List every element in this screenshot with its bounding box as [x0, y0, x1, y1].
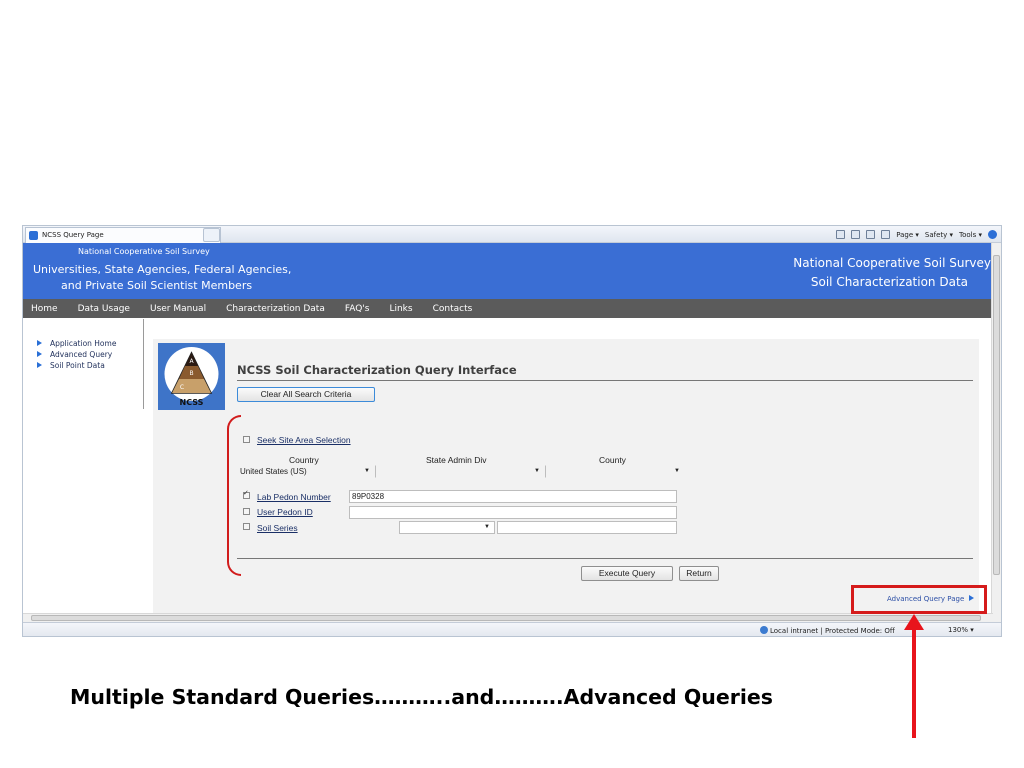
- page-favicon-icon: [29, 231, 38, 240]
- header-site-title: National Cooperative Soil Survey: [793, 256, 991, 270]
- browser-command-bar: Page ▾ Safety ▾ Tools ▾: [836, 227, 997, 242]
- sidebar-item-soil-point-data[interactable]: Soil Point Data: [37, 361, 105, 370]
- logo-horizon-c: C: [180, 384, 184, 391]
- lab-pedon-checkbox[interactable]: [243, 489, 250, 499]
- bullet-arrow-icon: [37, 351, 42, 357]
- county-label: County: [599, 455, 626, 465]
- nav-characterization-data[interactable]: Characterization Data: [216, 304, 335, 314]
- zoom-level[interactable]: 130% ▾: [948, 626, 974, 634]
- title-divider: [237, 380, 973, 381]
- mail-icon[interactable]: [866, 230, 876, 239]
- chevron-down-icon: ▼: [674, 468, 680, 474]
- advanced-query-link[interactable]: Advanced Query Page: [887, 595, 975, 603]
- annotation-bracket: [227, 415, 241, 576]
- query-panel: A B C NCSS NCSS Soil Characterization Qu…: [153, 339, 979, 622]
- safety-menu[interactable]: Safety ▾: [925, 231, 953, 239]
- state-label: State Admin Div: [426, 455, 487, 465]
- soil-series-checkbox[interactable]: [243, 523, 250, 530]
- browser-tab[interactable]: NCSS Query Page: [25, 227, 221, 243]
- status-bar: Local intranet | Protected Mode: Off 130…: [23, 622, 1001, 636]
- chevron-down-icon: ▼: [364, 468, 370, 474]
- vertical-scrollbar[interactable]: [991, 243, 1001, 622]
- nav-home[interactable]: Home: [23, 304, 68, 314]
- security-zone: Local intranet | Protected Mode: Off: [760, 626, 895, 635]
- globe-icon: [760, 626, 768, 634]
- bullet-arrow-icon: [37, 362, 42, 368]
- soil-series-input[interactable]: [497, 521, 677, 534]
- nav-contacts[interactable]: Contacts: [423, 304, 483, 314]
- new-tab-button[interactable]: [203, 228, 220, 242]
- ncss-logo: A B C NCSS: [158, 343, 225, 410]
- home-icon[interactable]: [836, 230, 846, 239]
- arrow-right-icon: [969, 595, 975, 601]
- vertical-scroll-thumb[interactable]: [993, 255, 1000, 575]
- annotation-arrow-shaft: [912, 628, 916, 738]
- execute-query-button[interactable]: Execute Query: [581, 566, 673, 581]
- horizontal-scroll-thumb[interactable]: [31, 615, 981, 621]
- page-title: NCSS Soil Characterization Query Interfa…: [237, 363, 517, 377]
- browser-tab-bar: NCSS Query Page Page ▾ Safety ▾ Tools ▾: [23, 226, 1001, 243]
- lab-pedon-link[interactable]: Lab Pedon Number: [257, 492, 331, 502]
- soil-series-select[interactable]: ▼: [399, 521, 495, 534]
- main-nav: Home Data Usage User Manual Characteriza…: [23, 299, 993, 318]
- sidebar-item-advanced-query[interactable]: Advanced Query: [37, 350, 112, 359]
- sidebar-item-application-home[interactable]: Application Home: [37, 339, 116, 348]
- user-pedon-input[interactable]: [349, 506, 677, 519]
- chevron-down-icon: ▼: [484, 524, 490, 530]
- page-viewport: National Cooperative Soil Survey Univers…: [23, 243, 993, 622]
- advanced-query-highlight: Advanced Query Page: [851, 585, 987, 614]
- site-header: National Cooperative Soil Survey Univers…: [23, 243, 993, 299]
- soil-series-link[interactable]: Soil Series: [257, 523, 298, 533]
- country-label: Country: [289, 455, 319, 465]
- chevron-down-icon: ▼: [534, 468, 540, 474]
- logo-horizon-b: B: [189, 370, 193, 377]
- nav-user-manual[interactable]: User Manual: [140, 304, 216, 314]
- tab-title: NCSS Query Page: [42, 231, 104, 239]
- header-org-name: National Cooperative Soil Survey: [78, 247, 210, 256]
- nav-faqs[interactable]: FAQ's: [335, 304, 380, 314]
- nav-data-usage[interactable]: Data Usage: [68, 304, 140, 314]
- header-members-line2: and Private Soil Scientist Members: [61, 279, 253, 292]
- feeds-icon[interactable]: [851, 230, 861, 239]
- header-site-subtitle: Soil Characterization Data: [810, 275, 968, 289]
- seek-site-checkbox[interactable]: [243, 436, 250, 443]
- slide-caption: Multiple Standard Queries………..and……….Adv…: [70, 685, 774, 709]
- bullet-arrow-icon: [37, 340, 42, 346]
- state-select[interactable]: ▼: [375, 465, 545, 478]
- lab-pedon-input[interactable]: 89P0328: [349, 490, 677, 503]
- browser-window: NCSS Query Page Page ▾ Safety ▾ Tools ▾ …: [22, 225, 1002, 637]
- horizontal-scrollbar[interactable]: [23, 613, 993, 622]
- ncss-logo-graphic: A B C NCSS: [164, 347, 219, 407]
- slide: NCSS Query Page Page ▾ Safety ▾ Tools ▾ …: [0, 0, 1024, 768]
- tools-menu[interactable]: Tools ▾: [959, 231, 982, 239]
- nav-links[interactable]: Links: [379, 304, 422, 314]
- country-select[interactable]: United States (US) ▼: [237, 465, 375, 478]
- section-divider: [237, 558, 973, 559]
- header-members-line1: Universities, State Agencies, Federal Ag…: [33, 263, 292, 276]
- logo-ncss-text: NCSS: [180, 398, 204, 407]
- user-pedon-checkbox[interactable]: [243, 508, 250, 515]
- clear-all-criteria-button[interactable]: Clear All Search Criteria: [237, 387, 375, 402]
- sidebar: Application Home Advanced Query Soil Poi…: [23, 319, 144, 409]
- page-menu[interactable]: Page ▾: [896, 231, 919, 239]
- user-pedon-link[interactable]: User Pedon ID: [257, 507, 313, 517]
- print-icon[interactable]: [881, 230, 891, 239]
- help-icon[interactable]: [988, 230, 997, 239]
- county-select[interactable]: ▼: [545, 465, 685, 478]
- seek-site-link[interactable]: Seek Site Area Selection: [257, 435, 351, 445]
- return-button[interactable]: Return: [679, 566, 719, 581]
